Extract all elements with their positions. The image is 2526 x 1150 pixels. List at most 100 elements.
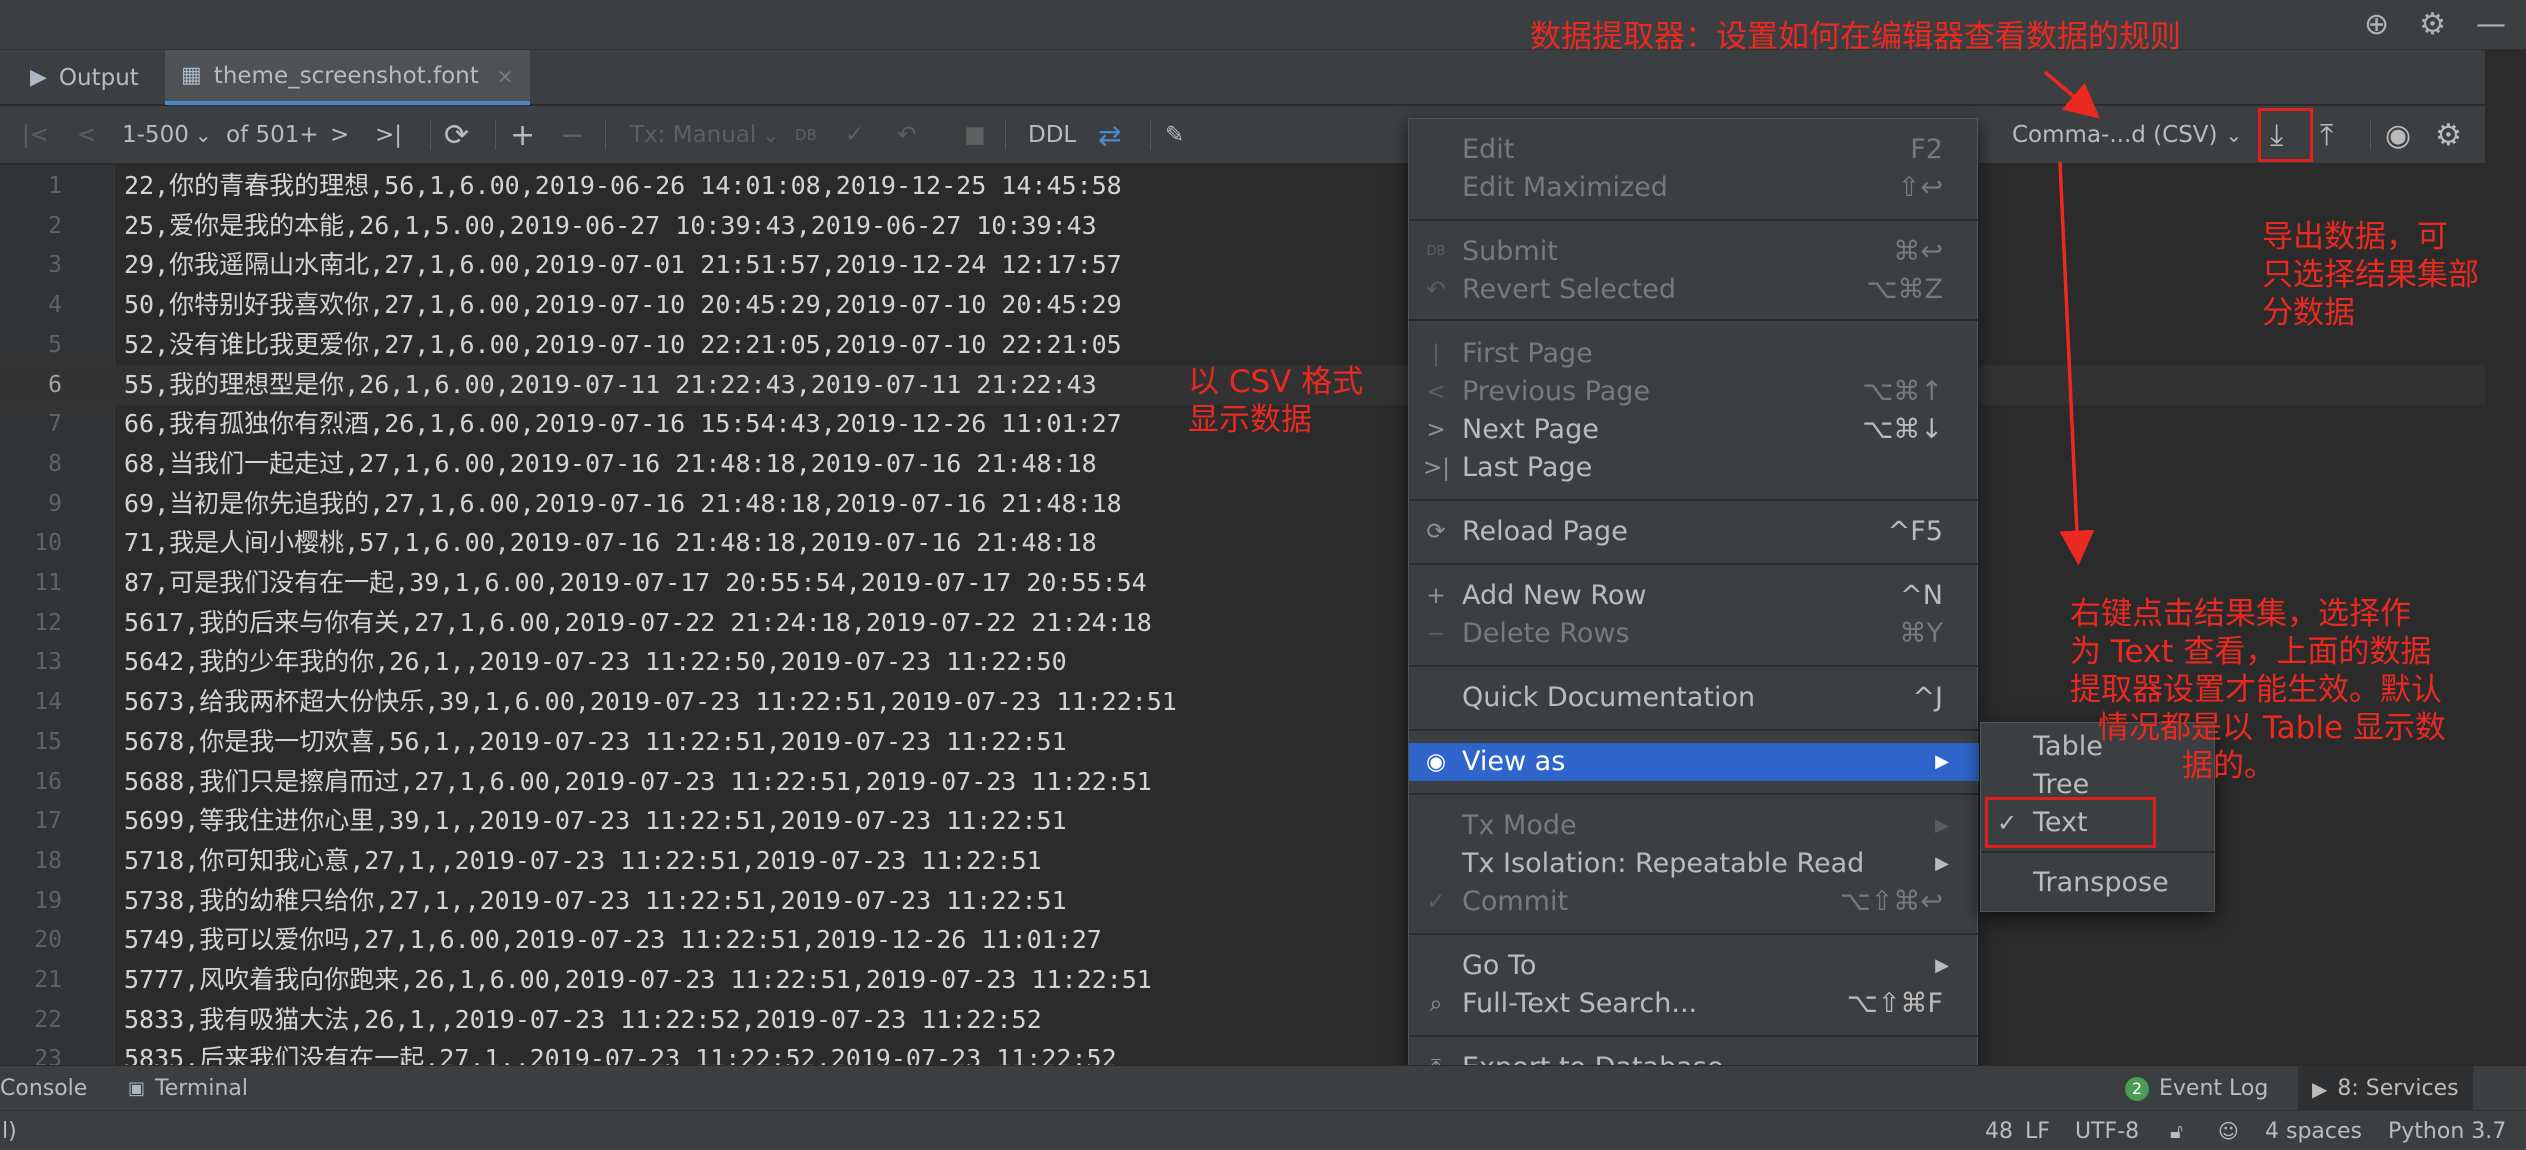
menu-item-revert-selected[interactable]: ↶ Revert Selected ⌥⌘Z — [1409, 271, 1979, 309]
text-line[interactable]: 4 50,你特别好我喜欢你,27,1,6.00,2019-07-10 20:45:… — [0, 285, 2485, 325]
stop-icon[interactable]: ■ — [964, 106, 986, 164]
revert-icon[interactable]: ↶ — [897, 106, 916, 164]
close-icon[interactable]: × — [497, 64, 514, 88]
status-bar: l) 48 LF UTF-8 🔓︎ ☺ 4 spaces Python 3.7 — [0, 1110, 2526, 1150]
interpreter[interactable]: Python 3.7 — [2388, 1111, 2506, 1150]
services-tab[interactable]: ▶ 8: Services — [2298, 1066, 2473, 1111]
event-log-tab[interactable]: 2 Event Log — [2125, 1066, 2268, 1111]
terminal-icon: ▣ — [128, 1078, 146, 1099]
line-number: 19 — [34, 887, 62, 914]
reload-icon[interactable]: ⟳ — [444, 106, 469, 164]
menu-item-add-new-row[interactable]: + Add New Row ^N — [1409, 577, 1979, 615]
text-line[interactable]: 8 68,当我们一起走过,27,1,6.00,2019-07-16 21:48:1… — [0, 444, 2485, 484]
menu-item-edit[interactable]: Edit F2 — [1409, 131, 1979, 169]
tab-output[interactable]: ▶ Output — [14, 50, 155, 105]
menu-item-label: Next Page — [1462, 414, 1599, 445]
page-range-select[interactable]: 1-500 ⌄ — [122, 106, 212, 164]
next-page-icon[interactable]: > — [330, 106, 349, 164]
menu-item-shortcut: ^N — [1900, 580, 1943, 611]
line-number: 4 — [48, 292, 62, 319]
compare-icon[interactable]: ⇄ — [1098, 106, 1121, 164]
menu-item-shortcut: ^F5 — [1887, 516, 1943, 547]
view-icon[interactable]: ◉ — [2385, 106, 2411, 164]
data-extractor-select[interactable]: Comma-...d (CSV) ⌄ — [2012, 106, 2242, 164]
menu-item-edit-maximized[interactable]: Edit Maximized ⇧↩ — [1409, 169, 1979, 207]
menu-item-commit[interactable]: ✓ Commit ⌥⇧⌘↩ — [1409, 883, 1979, 921]
console-label: Console — [0, 1076, 88, 1101]
text-line[interactable]: 21 5777,风吹着我向你跑来,26,1,6.00,2019-07-23 11:… — [0, 960, 2485, 1000]
menu-item-tx-isolation-repeatable-read[interactable]: Tx Isolation: Repeatable Read ▶ — [1409, 845, 1979, 883]
reload-page-icon: ⟳ — [1426, 519, 1446, 545]
encoding[interactable]: UTF-8 — [2075, 1111, 2139, 1150]
line-number: 13 — [34, 649, 62, 676]
add-row-icon[interactable]: + — [510, 106, 535, 164]
line-col[interactable]: 48 — [1985, 1111, 2013, 1150]
tab-bar: ▶ Output ▦ theme_screenshot.font × — [0, 50, 2485, 105]
text-line[interactable]: 1 22,你的青春我的理想,56,1,6.00,2019-06-26 14:01:… — [0, 166, 2485, 206]
event-log-label: Event Log — [2159, 1076, 2269, 1101]
menu-item-last-page[interactable]: >| Last Page — [1409, 449, 1979, 487]
console-tab[interactable]: Console — [0, 1066, 87, 1111]
menu-item-shortcut: ⌥⌘↑ — [1862, 376, 1943, 407]
inspector-icon[interactable]: ☺ — [2218, 1111, 2239, 1150]
text-line[interactable]: 3 29,你我遥隔山水南北,27,1,6.00,2019-07-01 21:51:… — [0, 245, 2485, 285]
menu-item-first-page[interactable]: |< First Page — [1409, 335, 1979, 405]
submenu-item-transpose[interactable]: Transpose — [1981, 864, 2216, 902]
terminal-tab[interactable]: ▣ Terminal — [128, 1066, 248, 1111]
text-line[interactable]: 10 71,我是人间小樱桃,57,1,6.00,2019-07-16 21:48:… — [0, 523, 2485, 563]
data-extractor-label: Comma-...d (CSV) — [2012, 122, 2218, 148]
text-line[interactable]: 9 69,当初是你先追我的,27,1,6.00,2019-07-16 21:48:… — [0, 484, 2485, 524]
text-line[interactable]: 23 5835,后来我们没有在一起,27,1,,2019-07-23 11:22:… — [0, 1039, 2485, 1065]
menu-item-label: Delete Rows — [1462, 618, 1630, 649]
text-line[interactable]: 5 52,没有谁比我更爱你,27,1,6.00,2019-07-10 22:21:… — [0, 325, 2485, 365]
menu-item-label: First Page — [1462, 338, 1593, 369]
menu-separator — [1409, 729, 1979, 731]
ddl-button[interactable]: DDL — [1028, 106, 1076, 164]
menu-item-previous-page[interactable]: < Previous Page ⌥⌘↑ — [1409, 373, 1979, 411]
menu-item-label: Go To — [1462, 950, 1537, 981]
text-line[interactable]: 20 5749,我可以爱你吗,27,1,6.00,2019-07-23 11:22… — [0, 920, 2485, 960]
text-line[interactable]: 22 5833,我有吸猫大法,26,1,,2019-07-23 11:22:52,… — [0, 1000, 2485, 1040]
text-highlight-box — [1985, 797, 2156, 848]
text-line[interactable]: 2 25,爱你是我的本能,26,1,5.00,2019-06-27 10:39:4… — [0, 206, 2485, 246]
menu-item-go-to[interactable]: Go To ▶ — [1409, 947, 1979, 985]
chevron-down-icon: ⌄ — [194, 123, 212, 147]
delete-row-icon[interactable]: − — [560, 106, 585, 164]
menu-item-delete-rows[interactable]: − Delete Rows ⌘Y — [1409, 615, 1979, 653]
submenu-item-label: Transpose — [2033, 867, 2169, 898]
tab-theme-screenshot[interactable]: ▦ theme_screenshot.font × — [165, 50, 530, 105]
line-text: 5833,我有吸猫大法,26,1,,2019-07-23 11:22:52,20… — [124, 1004, 1042, 1034]
lock-icon[interactable]: 🔓︎ — [2170, 1111, 2183, 1150]
first-page-icon[interactable]: |< — [22, 106, 49, 164]
menu-item-tx-mode[interactable]: Tx Mode ▶ — [1409, 807, 1979, 845]
pin-icon[interactable]: ✎ — [1165, 106, 1184, 164]
line-text: 25,爱你是我的本能,26,1,5.00,2019-06-27 10:39:43… — [124, 210, 1097, 240]
menu-item-quick-documentation[interactable]: Quick Documentation ^J — [1409, 679, 1979, 717]
import-data-icon[interactable]: ⤒ — [2320, 106, 2333, 164]
menu-item-reload-page[interactable]: ⟳ Reload Page ^F5 — [1409, 513, 1979, 551]
previous-page-icon[interactable]: < — [77, 106, 96, 164]
commit-icon[interactable]: ✓ — [845, 106, 864, 164]
toolbar-divider — [1150, 120, 1151, 150]
menu-item-label: Edit — [1462, 134, 1515, 165]
crosshair-icon[interactable]: ⊕ — [2364, 8, 2389, 42]
submit-icon: DB — [1426, 244, 1446, 259]
menu-item-next-page[interactable]: > Next Page ⌥⌘↓ — [1409, 411, 1979, 449]
menu-item-submit[interactable]: DB Submit ⌘↩ — [1409, 233, 1979, 271]
menu-item-label: Submit — [1462, 236, 1558, 267]
line-separator[interactable]: LF — [2025, 1111, 2050, 1150]
menu-item-shortcut: ⌥⇧⌘↩ — [1839, 886, 1943, 917]
indent-setting[interactable]: 4 spaces — [2265, 1111, 2362, 1150]
line-text: 66,我有孤独你有烈酒,26,1,6.00,2019-07-16 15:54:4… — [124, 409, 1122, 439]
menu-item-full-text-search[interactable]: ⌕ Full-Text Search... ⌥⇧⌘F — [1409, 985, 1979, 1023]
submit-db-icon[interactable]: DB — [795, 106, 817, 164]
menu-item-view-as[interactable]: ◉ View as ▶ — [1409, 743, 1979, 781]
last-page-icon[interactable]: >| — [375, 106, 402, 164]
export-highlight-box — [2258, 108, 2313, 162]
tx-mode-select[interactable]: Tx: Manual ⌄ — [630, 106, 779, 164]
line-number: 10 — [34, 530, 62, 557]
settings-icon[interactable]: ⚙ — [2435, 106, 2462, 164]
minimize-icon[interactable]: — — [2476, 8, 2506, 42]
gear-icon[interactable]: ⚙ — [2419, 8, 2446, 42]
line-text: 68,当我们一起走过,27,1,6.00,2019-07-16 21:48:18… — [124, 448, 1097, 478]
